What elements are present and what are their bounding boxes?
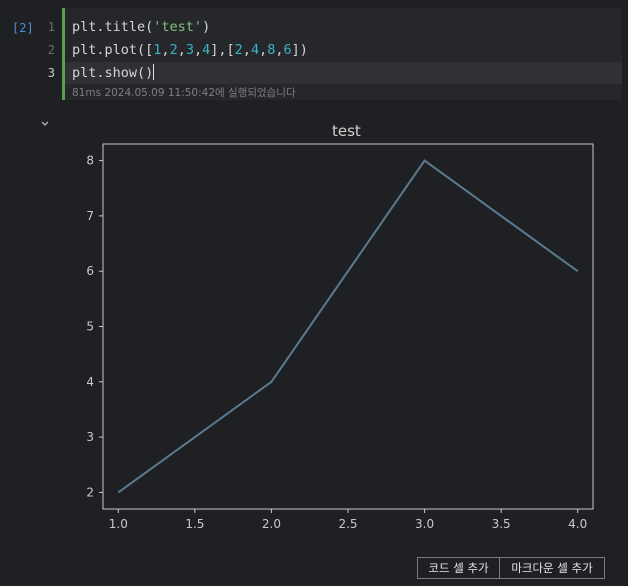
x-tick-label: 3.5 (492, 517, 511, 531)
code-line[interactable]: 2 plt.plot([1,2,3,4],[2,4,8,6]) (48, 39, 622, 61)
code-text[interactable]: plt.plot([1,2,3,4],[2,4,8,6]) (72, 39, 308, 61)
code-token: , (161, 42, 170, 58)
add-code-cell-button[interactable]: 코드 셀 추가 (417, 557, 500, 579)
series-line (117, 159, 579, 494)
code-token: ) (202, 19, 211, 35)
chevron-down-icon[interactable] (40, 118, 50, 131)
code-text[interactable]: plt.title('test') (72, 16, 210, 38)
code-token: , (259, 42, 268, 58)
code-token: , (242, 42, 251, 58)
code-line[interactable]: 1 plt.title('test') (48, 16, 622, 38)
code-line-active[interactable]: 3 plt.show() (48, 62, 622, 84)
code-token: 'test' (153, 19, 203, 35)
x-tick-label: 2.5 (338, 517, 357, 531)
code-token: , (193, 42, 203, 58)
text-cursor (153, 64, 155, 80)
code-token: plt.plot([ (72, 42, 154, 58)
execution-status: 81ms 2024.05.09 11:50:42에 실행되었습니다 (72, 87, 296, 99)
chart-title: test (332, 122, 361, 140)
plot-output: test 1.0 1.5 2.0 2.5 3.0 3.5 4.0 2 3 4 5 6 7 8 (60, 112, 620, 544)
x-tick-label: 3.0 (415, 517, 434, 531)
code-token: ]) (291, 42, 308, 58)
code-token: , (275, 42, 284, 58)
code-editor[interactable]: 1 plt.title('test') 2 plt.plot([1,2,3,4]… (48, 8, 622, 100)
x-tick-label: 4.0 (568, 517, 587, 531)
code-token: plt.show() (72, 65, 154, 81)
y-tick-label: 6 (86, 264, 94, 278)
x-tick-label: 1.0 (109, 517, 128, 531)
y-tick-label: 3 (86, 430, 94, 444)
plot-frame (102, 143, 594, 510)
line-number: 2 (47, 43, 55, 57)
code-token: 2 (169, 42, 178, 58)
y-tick-label: 7 (86, 209, 94, 223)
execution-count: [2] (12, 21, 34, 35)
line-number: 1 (47, 20, 55, 34)
line-number: 3 (47, 66, 55, 80)
y-tick-label: 5 (86, 320, 94, 334)
code-token: , (177, 42, 186, 58)
x-tick-label: 2.0 (262, 517, 281, 531)
code-token: ],[ (210, 42, 235, 58)
line-chart: 1.0 1.5 2.0 2.5 3.0 3.5 4.0 2 3 4 5 6 7 8 (86, 143, 594, 531)
code-token: 3 (185, 42, 194, 58)
code-token: 2 (234, 42, 243, 58)
notebook-cell[interactable]: [2] 1 plt.title('test') 2 plt.plot([1,2,… (0, 8, 628, 100)
add-markdown-cell-button[interactable]: 마크다운 셀 추가 (499, 557, 605, 579)
y-tick-label: 2 (86, 485, 94, 499)
code-text[interactable]: plt.show() (72, 62, 155, 84)
code-token: plt.title( (72, 19, 154, 35)
x-tick-label: 1.5 (185, 517, 204, 531)
code-token: 4 (250, 42, 260, 58)
y-tick-label: 4 (86, 375, 94, 389)
code-token: 6 (283, 42, 292, 58)
y-tick-label: 8 (86, 154, 94, 168)
